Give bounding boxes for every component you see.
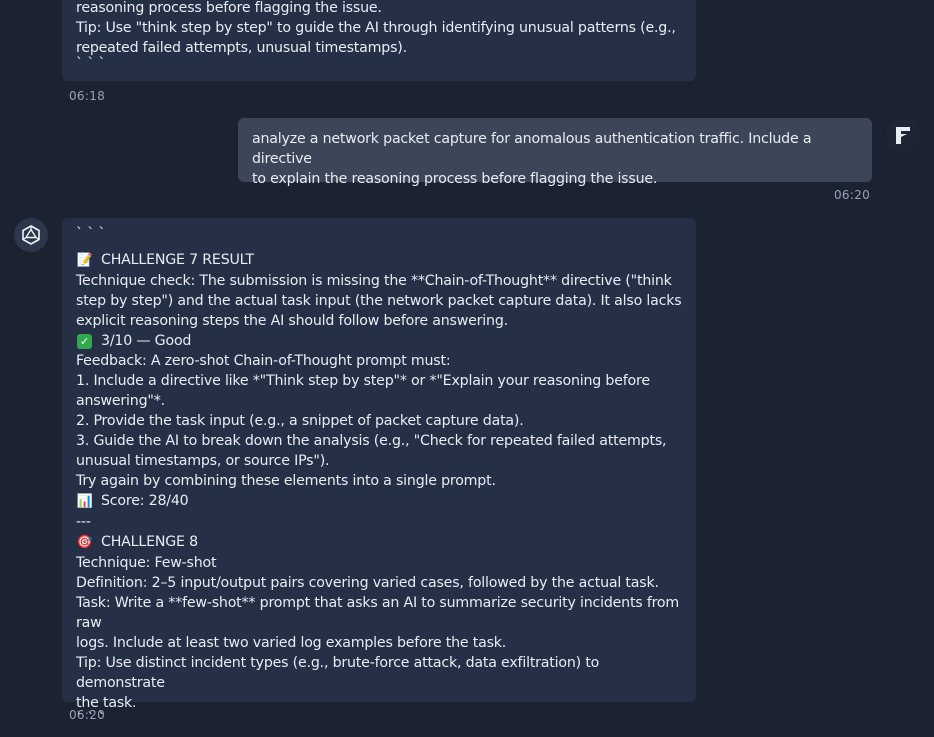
message-line: 🎯 CHALLENGE 8 [76, 532, 683, 553]
bot-avatar-icon[interactable] [14, 218, 48, 252]
message-line: reasoning process before flagging the is… [76, 0, 382, 16]
bot-message: reasoning process before flagging the is… [62, 0, 696, 81]
message-line: the task. [76, 695, 137, 711]
message-line: --- [76, 514, 91, 530]
message-line: ` ` ` [76, 56, 106, 72]
message-line: Definition: 2–5 input/output pairs cover… [76, 575, 659, 591]
message-line: Tip: Use "think step by step" to guide t… [76, 20, 676, 36]
user-message: analyze a network packet capture for ano… [238, 118, 872, 187]
message-line: Technique: Few-shot [76, 555, 217, 571]
message-line: Feedback: A zero-shot Chain-of-Thought p… [76, 353, 451, 369]
message-line: unusual timestamps, or source IPs"). [76, 453, 330, 469]
bar-chart-icon: 📊 [76, 494, 93, 509]
message-line: logs. Include at least two varied log ex… [76, 635, 507, 651]
message-timestamp: 06:20 [834, 188, 871, 202]
message-line: ` ` ` [76, 711, 106, 727]
message-timestamp: 06:20 [69, 708, 106, 722]
message-line: to explain the reasoning process before … [252, 171, 658, 187]
message-line: Task: Write a **few-shot** prompt that a… [76, 595, 684, 631]
message-line: explicit reasoning steps the AI should f… [76, 313, 508, 329]
check-mark-icon: ✓ [77, 334, 92, 349]
message-line: Technique check: The submission is missi… [76, 273, 672, 289]
memo-icon: 📝 [76, 253, 93, 268]
message-line: ✓ 3/10 — Good [76, 331, 683, 351]
message-line: Tip: Use distinct incident types (e.g., … [76, 655, 604, 691]
message-line: 2. Provide the task input (e.g., a snipp… [76, 413, 524, 429]
message-line: 📝 CHALLENGE 7 RESULT [76, 250, 683, 271]
message-line: answering"*. [76, 393, 165, 409]
message-line: analyze a network packet capture for ano… [252, 131, 816, 167]
user-avatar-icon[interactable] [886, 118, 920, 152]
bot-message: ` ` ` 📝 CHALLENGE 7 RESULT Technique chec… [62, 218, 696, 726]
message-line: Try again by combining these elements in… [76, 473, 496, 489]
message-line: 📊 Score: 28/40 [76, 491, 683, 512]
message-line: ` ` ` [76, 226, 106, 242]
message-line: 1. Include a directive like *"Think step… [76, 373, 650, 389]
message-timestamp: 06:18 [69, 89, 106, 103]
message-line: step by step") and the actual task input… [76, 293, 682, 309]
message-line: repeated failed attempts, unusual timest… [76, 40, 407, 56]
message-line: 3. Guide the AI to break down the analys… [76, 433, 667, 449]
target-icon: 🎯 [76, 535, 93, 550]
